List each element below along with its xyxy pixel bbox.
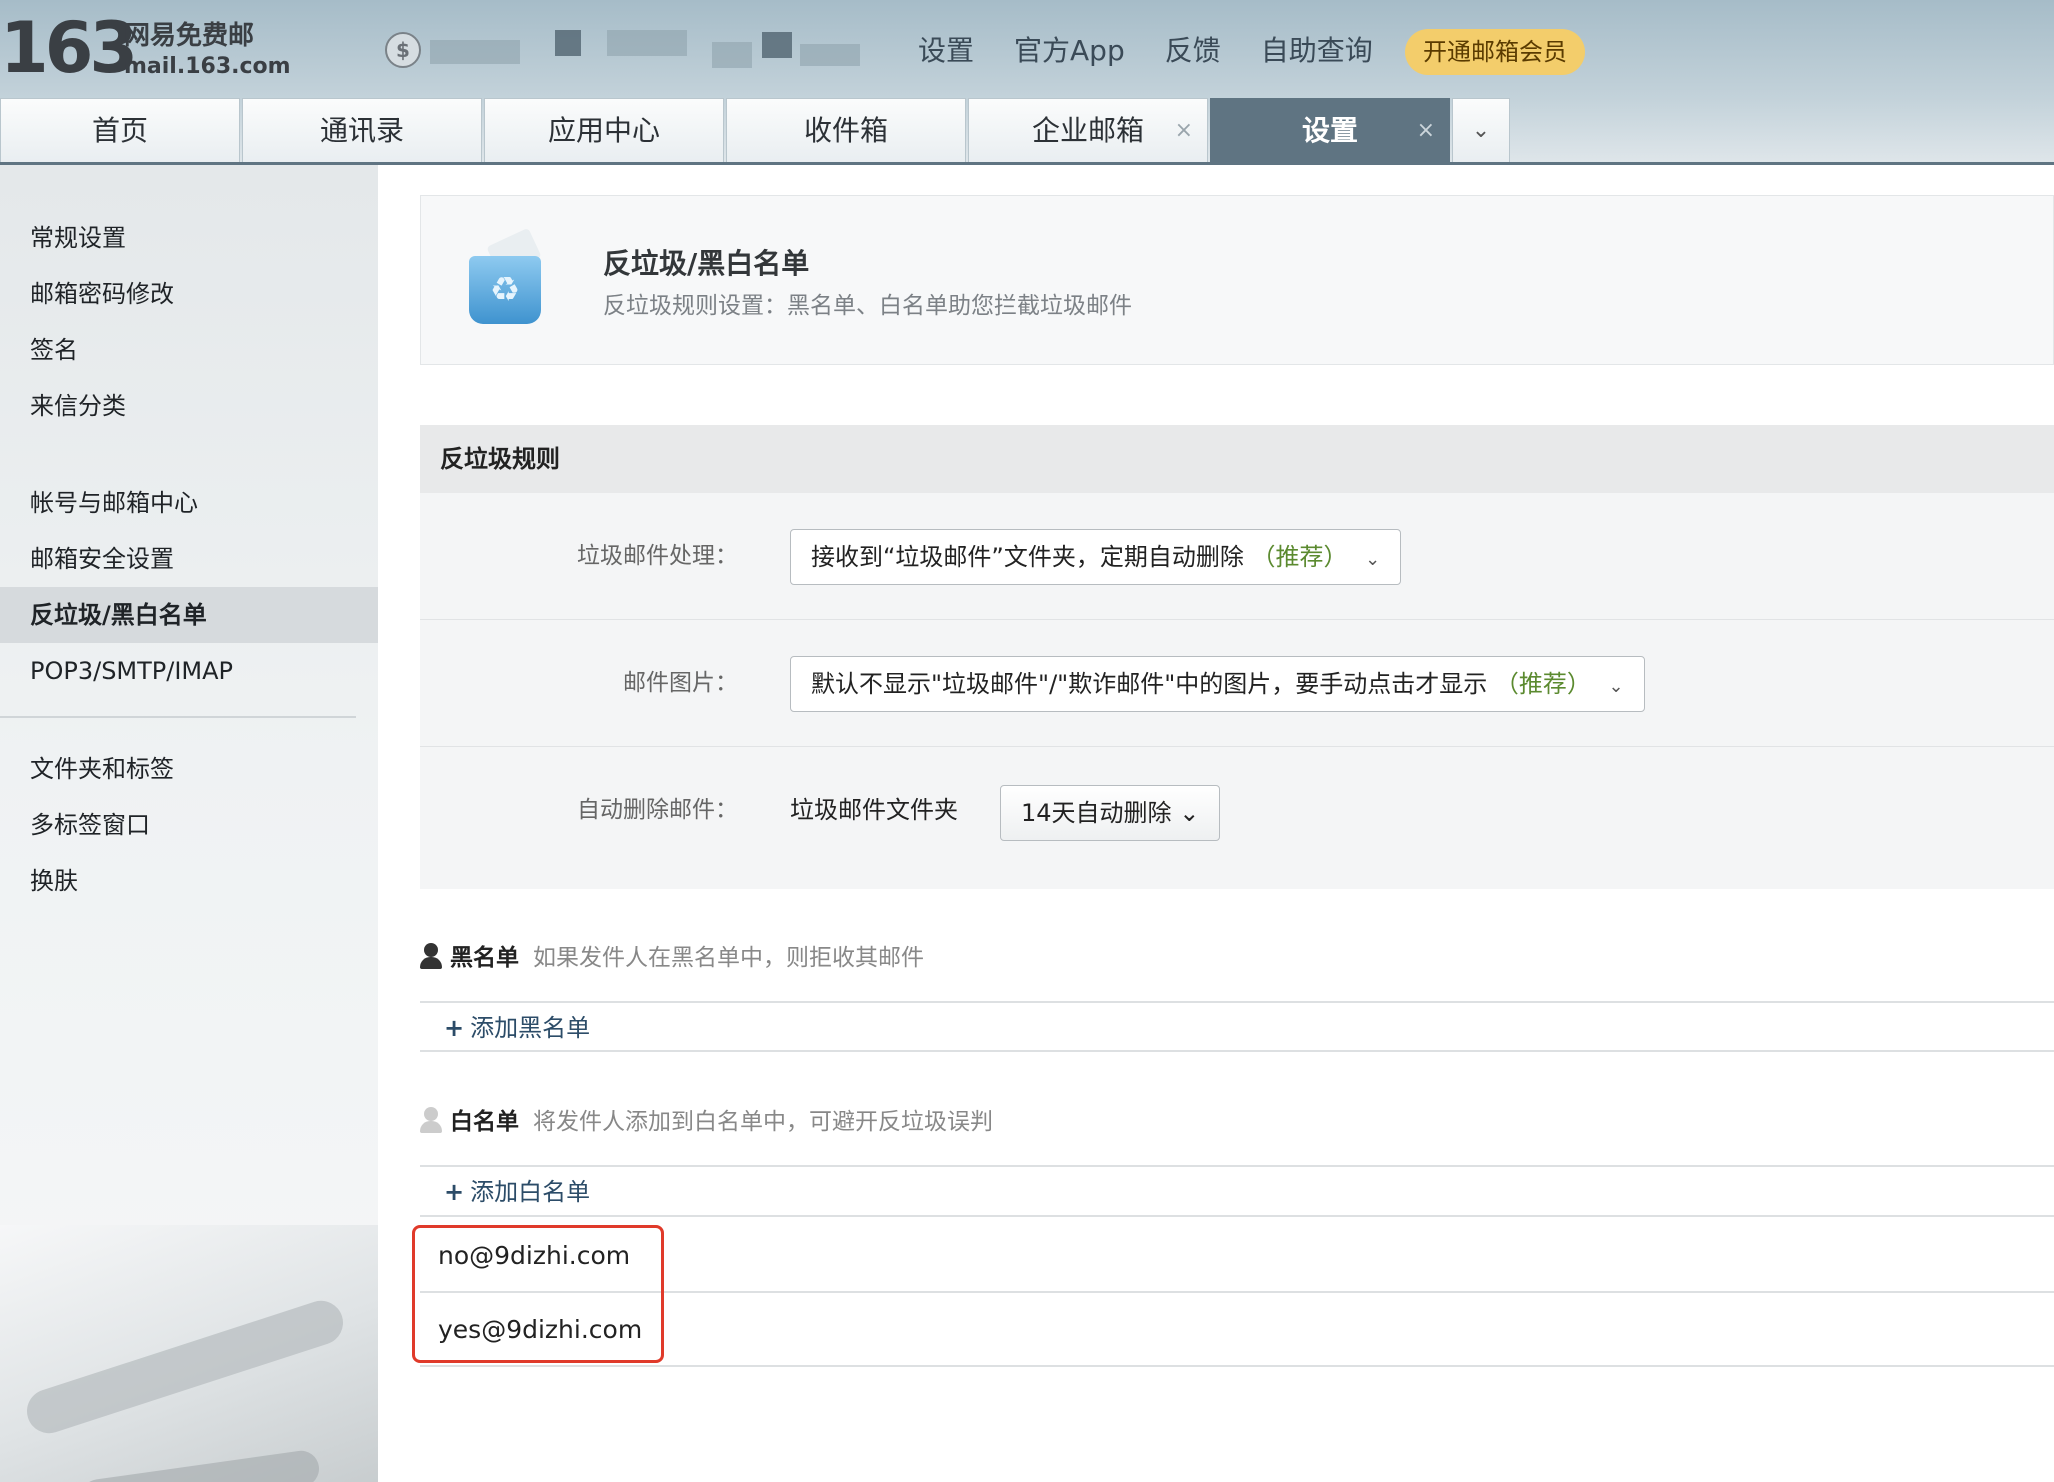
tab-contacts[interactable]: 通讯录 [242, 98, 482, 162]
divider [420, 1215, 2054, 1217]
redacted-account [800, 44, 860, 66]
recommend-tag: （推荐） [1494, 670, 1591, 698]
top-link-feedback[interactable]: 反馈 [1165, 30, 1221, 72]
page-title: 反垃圾/黑白名单 [603, 247, 810, 280]
top-link-app[interactable]: 官方App [1014, 30, 1125, 72]
chevron-down-icon: ⌄ [1365, 549, 1381, 570]
tab-inbox[interactable]: 收件箱 [726, 98, 966, 162]
antispam-rules-section: 反垃圾规则 垃圾邮件处理： 接收到“垃圾邮件”文件夹，定期自动删除 （推荐） ⌄… [420, 425, 2054, 889]
redacted-account [555, 30, 581, 56]
blacklist-header: 黑名单 如果发件人在黑名单中，则拒收其邮件 [420, 933, 2054, 983]
rule-label: 垃圾邮件处理： [577, 543, 738, 569]
rule-row-spam: 垃圾邮件处理： 接收到“垃圾邮件”文件夹，定期自动删除 （推荐） ⌄ [420, 493, 2054, 620]
chevron-down-icon[interactable]: ⌄ [1452, 98, 1510, 162]
divider [420, 1001, 2054, 1003]
plus-icon: + [444, 1014, 465, 1042]
sidebar-item-filters[interactable]: 来信分类 [0, 378, 378, 434]
blacklist-desc: 如果发件人在黑名单中，则拒收其邮件 [533, 945, 924, 971]
coin-icon[interactable]: $ [385, 32, 421, 68]
autodelete-select[interactable]: 14天自动删除 ⌄ [1000, 785, 1221, 841]
tab-label: 企业邮箱 [1031, 114, 1144, 147]
settings-main: ♻ 反垃圾/黑白名单 反垃圾规则设置：黑名单、白名单助您拦截垃圾邮件 反垃圾规则… [412, 165, 2054, 1482]
spam-handling-select[interactable]: 接收到“垃圾邮件”文件夹，定期自动删除 （推荐） ⌄ [790, 529, 1402, 585]
sidebar-item-password[interactable]: 邮箱密码修改 [0, 266, 378, 322]
tab-enterprise[interactable]: 企业邮箱 × [968, 98, 1208, 162]
rule-label: 自动删除邮件： [577, 797, 738, 823]
tab-home[interactable]: 首页 [0, 98, 240, 162]
whitelist-title: 白名单 [450, 1109, 519, 1135]
blacklist-title: 黑名单 [450, 945, 519, 971]
redacted-account [762, 32, 792, 58]
tab-settings[interactable]: 设置 × [1210, 98, 1450, 162]
rule-row-autodelete: 自动删除邮件： 垃圾邮件文件夹 14天自动删除 ⌄ [420, 747, 2054, 874]
rule-row-images: 邮件图片： 默认不显示"垃圾邮件"/"欺诈邮件"中的图片，要手动点击才显示 （推… [420, 620, 2054, 747]
user-icon [420, 1107, 442, 1133]
section-title: 反垃圾规则 [420, 425, 2054, 493]
sidebar-item-antispam[interactable]: 反垃圾/黑白名单 [0, 587, 378, 643]
page-subtitle: 反垃圾规则设置：黑名单、白名单助您拦截垃圾邮件 [603, 293, 1132, 319]
top-links: 设置 官方App 反馈 自助查询 [918, 30, 1373, 72]
page-banner: ♻ 反垃圾/黑白名单 反垃圾规则设置：黑名单、白名单助您拦截垃圾邮件 [420, 195, 2054, 365]
sidebar-item-general[interactable]: 常规设置 [0, 210, 378, 266]
whitelist-desc: 将发件人添加到白名单中，可避开反垃圾误判 [533, 1109, 993, 1135]
sidebar-divider [0, 716, 356, 718]
tab-apps[interactable]: 应用中心 [484, 98, 724, 162]
tab-label: 通讯录 [319, 114, 404, 147]
highlight-box [412, 1225, 664, 1363]
chevron-down-icon: ⌄ [1179, 799, 1200, 827]
sidebar-item-multitab[interactable]: 多标签窗口 [0, 797, 378, 853]
logo-163[interactable]: 163 [0, 8, 138, 88]
logo-cn-text: 网易免费邮 [124, 21, 255, 51]
top-link-selfhelp[interactable]: 自助查询 [1261, 30, 1373, 72]
settings-sidebar: 常规设置 邮箱密码修改 签名 来信分类 帐号与邮箱中心 邮箱安全设置 反垃圾/黑… [0, 165, 378, 1482]
tab-label: 收件箱 [803, 114, 888, 147]
divider [420, 1291, 2054, 1293]
add-blacklist-label: 添加黑名单 [470, 1014, 591, 1042]
divider [420, 1165, 2054, 1167]
add-whitelist-button[interactable]: + 添加白名单 [444, 1167, 590, 1217]
sidebar-item-folders[interactable]: 文件夹和标签 [0, 741, 378, 797]
logo-en-text: mail.163.com [124, 54, 291, 79]
sidebar-item-security[interactable]: 邮箱安全设置 [0, 531, 378, 587]
add-whitelist-label: 添加白名单 [470, 1178, 591, 1206]
vip-button[interactable]: 开通邮箱会员 [1405, 29, 1585, 75]
redacted-account [430, 40, 520, 64]
add-blacklist-button[interactable]: + 添加黑名单 [444, 1003, 590, 1053]
sidebar-item-signature[interactable]: 签名 [0, 322, 378, 378]
tab-label: 设置 [1301, 114, 1358, 147]
user-icon [420, 943, 442, 969]
tab-label: 首页 [91, 114, 148, 147]
recycle-bin-icon: ♻ [469, 256, 541, 324]
tab-bar: 首页 通讯录 应用中心 收件箱 企业邮箱 × 设置 × ⌄ [0, 98, 1510, 162]
select-value: 14天自动删除 [1021, 799, 1172, 827]
sidebar-item-accounts[interactable]: 帐号与邮箱中心 [0, 475, 378, 531]
chevron-down-icon: ⌄ [1608, 676, 1624, 697]
sidebar-item-skin[interactable]: 换肤 [0, 853, 378, 909]
tab-label: 应用中心 [547, 114, 660, 147]
recommend-tag: （推荐） [1251, 543, 1348, 571]
sidebar-item-pop3[interactable]: POP3/SMTP/IMAP [0, 643, 378, 699]
autodelete-folder: 垃圾邮件文件夹 [790, 796, 958, 824]
redacted-account [712, 42, 752, 68]
top-header: 163 网易免费邮 mail.163.com $ 设置 官方App 反馈 自助查… [0, 0, 2054, 164]
select-value: 接收到“垃圾邮件”文件夹，定期自动删除 [811, 543, 1244, 571]
divider [420, 1365, 2054, 1367]
rule-label: 邮件图片： [623, 670, 738, 696]
divider [420, 1050, 2054, 1052]
redacted-account [607, 30, 687, 56]
recycle-icon: ♻ [489, 270, 521, 310]
image-display-select[interactable]: 默认不显示"垃圾邮件"/"欺诈邮件"中的图片，要手动点击才显示 （推荐） ⌄ [790, 656, 1645, 712]
top-link-settings[interactable]: 设置 [918, 30, 974, 72]
close-icon[interactable]: × [1417, 99, 1435, 163]
close-icon[interactable]: × [1175, 99, 1193, 163]
plus-icon: + [444, 1178, 465, 1206]
whitelist-header: 白名单 将发件人添加到白名单中，可避开反垃圾误判 [420, 1097, 2054, 1147]
select-value: 默认不显示"垃圾邮件"/"欺诈邮件"中的图片，要手动点击才显示 [811, 670, 1488, 698]
